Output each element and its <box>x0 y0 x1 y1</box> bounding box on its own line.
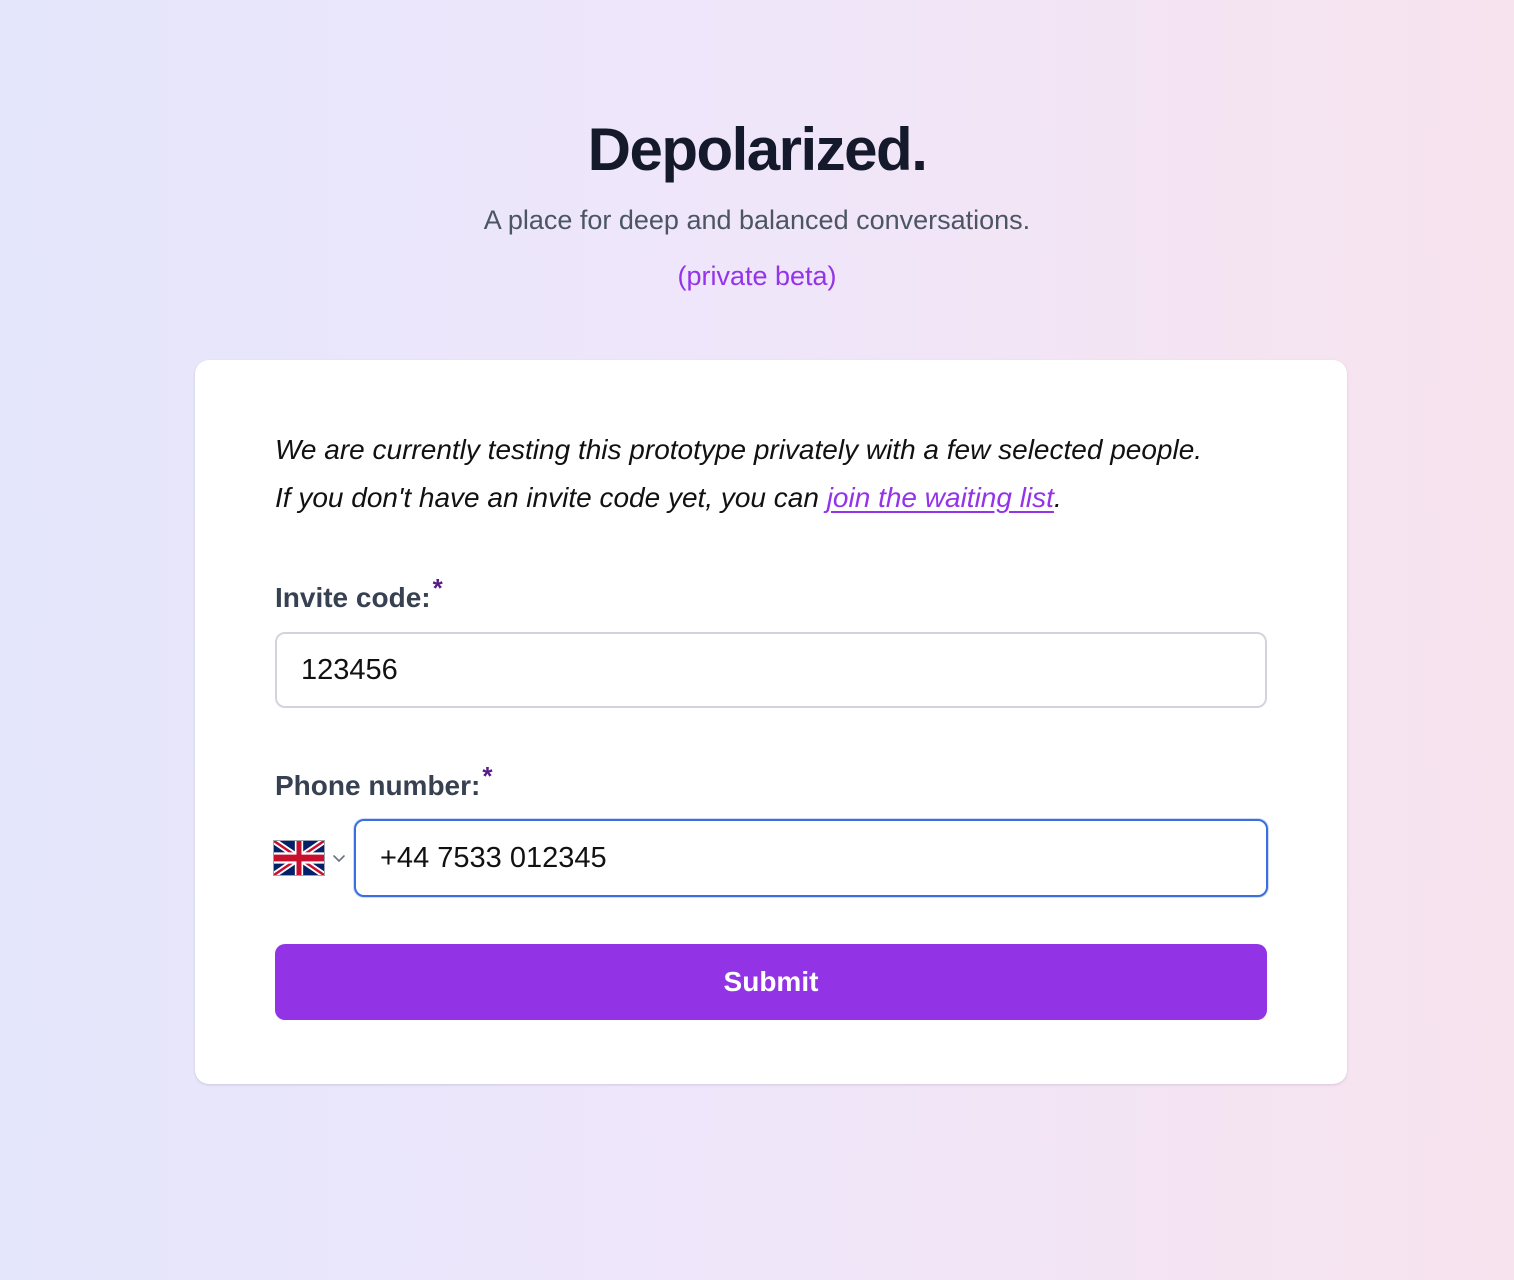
phone-number-input[interactable] <box>354 819 1268 897</box>
intro-line-1: We are currently testing this prototype … <box>275 434 1203 465</box>
chevron-down-icon <box>333 855 345 862</box>
intro-line-2-suffix: . <box>1053 482 1062 513</box>
country-code-select[interactable] <box>273 838 349 878</box>
invite-code-label: Invite code:* <box>275 573 443 616</box>
beta-label: (private beta) <box>677 261 837 291</box>
phone-number-label: Phone number:* <box>275 761 492 804</box>
intro-text: We are currently testing this prototype … <box>275 426 1275 522</box>
brand-title: Depolarized. <box>587 116 928 183</box>
waiting-list-link[interactable]: join the waiting list <box>827 482 1054 513</box>
invite-code-label-text: Invite code: <box>275 582 431 613</box>
required-marker: * <box>482 761 493 791</box>
intro-line-2-prefix: If you don't have an invite code yet, yo… <box>275 482 827 513</box>
required-marker: * <box>432 573 443 603</box>
invite-code-input[interactable] <box>275 632 1267 708</box>
invite-form-card: We are currently testing this prototype … <box>195 360 1347 1084</box>
tagline: A place for deep and balanced conversati… <box>483 205 1031 235</box>
uk-flag-icon <box>273 840 325 876</box>
phone-number-label-text: Phone number: <box>275 770 481 801</box>
submit-button[interactable]: Submit <box>275 944 1267 1020</box>
